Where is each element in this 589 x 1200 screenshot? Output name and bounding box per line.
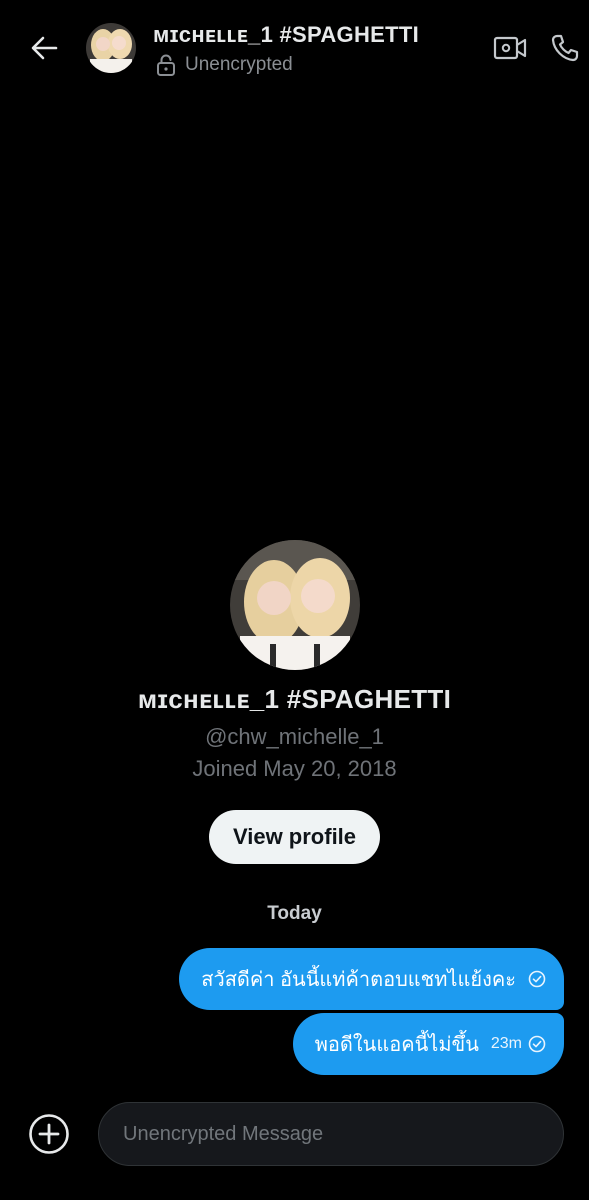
profile-handle: @chw_michelle_1 — [205, 724, 384, 749]
unlocked-padlock-icon — [156, 54, 176, 76]
view-profile-button[interactable]: View profile — [208, 810, 381, 864]
profile-card: ᴍɪᴄʜᴇʟʟᴇ_1 #SPAGHETTI @chw_michelle_1 Jo… — [0, 540, 589, 864]
message-bubble[interactable]: สวัสดีค่า อันนี้แท่ค้าตอบแชทไแย้งคะ — [179, 948, 564, 1010]
voice-call-button[interactable] — [546, 28, 584, 68]
plus-circle-icon — [29, 1114, 69, 1154]
conversation-header: ᴍɪᴄʜᴇʟʟᴇ_1 #SPAGHETTI Unencrypted — [0, 0, 589, 96]
arrow-left-icon — [31, 36, 58, 60]
contact-name[interactable]: ᴍɪᴄʜᴇʟʟᴇ_1 #SPAGHETTI — [153, 22, 419, 48]
message-time: 23m — [490, 1035, 522, 1052]
profile-joined-date: Joined May 20, 2018 — [192, 756, 397, 781]
message-text: สวัสดีค่า อันนี้แท่ค้าตอบแชทไแย้งคะ — [201, 969, 516, 991]
contact-avatar[interactable] — [86, 23, 136, 73]
check-circle-icon — [528, 1035, 546, 1053]
add-attachment-button[interactable] — [27, 1112, 71, 1156]
message-bubble[interactable]: พอดีในแอคนี้ไม่ขึ้น 23m — [292, 1013, 564, 1075]
message-meta — [528, 970, 546, 988]
phone-icon — [551, 34, 579, 62]
message-input[interactable] — [98, 1102, 564, 1166]
check-circle-icon — [528, 970, 546, 988]
message-meta: 23m — [491, 1035, 546, 1053]
message-composer — [0, 1100, 589, 1170]
day-separator: Today — [267, 903, 322, 924]
message-text: พอดีในแอคนี้ไม่ขึ้น — [314, 1034, 479, 1056]
encryption-status-label: Unencrypted — [185, 54, 293, 75]
profile-name: ᴍɪᴄʜᴇʟʟᴇ_1 #SPAGHETTI — [137, 684, 452, 714]
video-call-button[interactable] — [490, 30, 530, 66]
profile-avatar[interactable] — [229, 540, 360, 670]
back-button[interactable] — [24, 28, 64, 68]
video-camera-icon — [493, 36, 527, 60]
encryption-status: Unencrypted — [156, 54, 293, 76]
